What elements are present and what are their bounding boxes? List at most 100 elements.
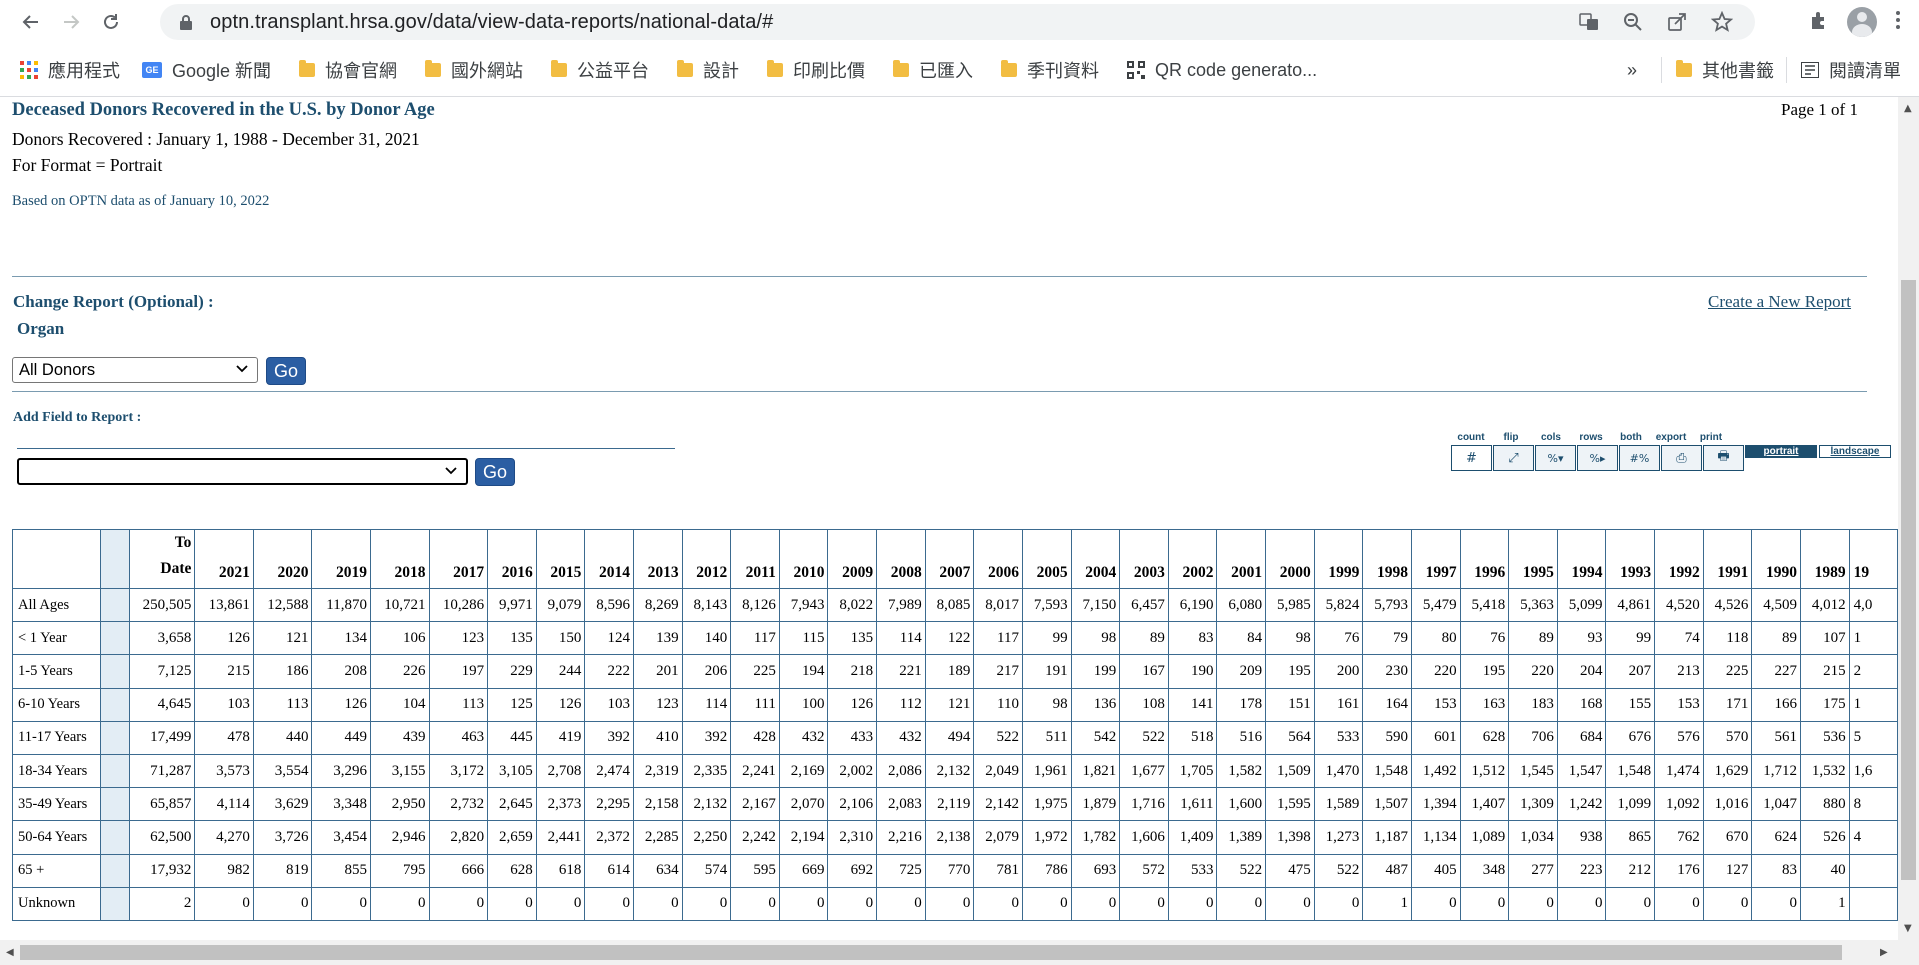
table-cell: 99 <box>1021 621 1072 656</box>
table-cell: 628 <box>487 853 537 888</box>
table-cell: 392 <box>681 720 732 755</box>
print-button[interactable]: 🖶 <box>1703 445 1744 471</box>
horizontal-scrollbar[interactable]: ◀ ▶ <box>0 940 1919 965</box>
bookmark-folder[interactable]: 季刊資料 <box>1001 57 1099 83</box>
table-cell: 113 <box>252 687 313 722</box>
table-cell: 17,932 <box>128 853 196 888</box>
table-cell: 1,532 <box>1799 753 1850 789</box>
bookmark-folder[interactable]: 國外網站 <box>425 57 523 83</box>
forward-arrow-icon[interactable] <box>51 2 91 42</box>
vertical-scrollbar[interactable]: ▲ ▼ <box>1898 97 1919 940</box>
table-cell: 125 <box>487 687 537 722</box>
table-cell: 8,085 <box>924 587 975 623</box>
bookmarks-overflow-button[interactable]: » <box>1627 60 1637 81</box>
table-cell: 0 <box>1265 886 1315 921</box>
address-bar[interactable]: optn.transplant.hrsa.gov/data/view-data-… <box>160 4 1755 40</box>
table-cell: 277 <box>1508 853 1558 888</box>
table-cell: 432 <box>876 720 926 755</box>
chevron-down-icon <box>235 361 249 379</box>
table-cell: 2,167 <box>730 787 780 822</box>
count-button[interactable]: # <box>1451 445 1492 471</box>
table-cell: 84 <box>1216 621 1267 656</box>
table-cell: 223 <box>1556 853 1607 888</box>
table-row: < 1 Year 3,658 126 121 134 106 123 135 150 124 139… <box>12 621 1898 656</box>
organ-select[interactable]: All Donors <box>12 357 258 383</box>
export-button[interactable]: ⎙ <box>1661 445 1702 471</box>
bookmark-folder[interactable]: 設計 <box>677 57 739 83</box>
menu-kebab-icon[interactable] <box>1895 10 1901 35</box>
table-cell: 8,269 <box>632 587 683 623</box>
row-label: 35-49 Years <box>12 787 101 822</box>
table-cell: 2,132 <box>681 787 732 822</box>
col-header: 2020 <box>252 529 313 589</box>
flip-button[interactable]: ⤢ <box>1493 445 1534 471</box>
table-cell: 218 <box>827 654 878 689</box>
table-cell: 1 <box>1362 886 1412 921</box>
table-cell: 8 <box>1848 787 1898 822</box>
scroll-right-arrow-icon[interactable]: ▶ <box>1880 947 1888 958</box>
portrait-button[interactable]: portrait <box>1745 445 1817 458</box>
table-cell: 74 <box>1654 621 1704 656</box>
table-cell: 83 <box>1167 621 1218 656</box>
back-arrow-icon[interactable] <box>11 2 51 42</box>
table-cell: 2,106 <box>827 787 878 822</box>
url-text[interactable]: optn.transplant.hrsa.gov/data/view-data-… <box>210 11 773 34</box>
add-field-select[interactable] <box>17 458 468 485</box>
bookmark-folder[interactable]: 印刷比價 <box>767 57 865 83</box>
share-icon[interactable] <box>1667 12 1687 32</box>
extensions-icon[interactable] <box>1809 10 1829 35</box>
table-cell: 1 <box>1848 687 1898 722</box>
bookmark-folder[interactable]: 協會官網 <box>299 57 397 83</box>
table-cell: 151 <box>1265 687 1315 722</box>
bookmark-label: 設計 <box>703 61 740 81</box>
row-percent-button[interactable]: %▸ <box>1577 445 1618 471</box>
organ-go-button[interactable]: Go <box>266 357 306 385</box>
zoom-icon[interactable] <box>1623 12 1643 32</box>
table-cell: 3,454 <box>311 820 371 855</box>
table-cell: 614 <box>584 853 634 888</box>
table-cell: 2,079 <box>973 820 1023 855</box>
bookmark-apps[interactable]: 應用程式 <box>20 57 120 83</box>
table-cell: 1,470 <box>1313 753 1364 789</box>
other-bookmarks[interactable]: 其他書籤 <box>1676 57 1774 83</box>
create-new-report-link[interactable]: Create a New Report <box>1708 292 1851 312</box>
both-percent-button[interactable]: #% <box>1619 445 1660 471</box>
table-cell: 195 <box>1265 654 1315 689</box>
table-cell: 3,726 <box>252 820 313 855</box>
landscape-button[interactable]: landscape <box>1819 445 1891 458</box>
table-cell: 153 <box>1654 687 1704 722</box>
row-label: 6-10 Years <box>12 687 101 722</box>
table-cell: 1,389 <box>1216 820 1267 855</box>
table-cell: 217 <box>973 654 1023 689</box>
scroll-down-arrow-icon[interactable]: ▼ <box>1904 923 1912 934</box>
translate-icon[interactable] <box>1579 12 1599 32</box>
table-cell: 126 <box>194 621 254 656</box>
bookmark-google-news[interactable]: GE Google 新聞 <box>142 57 271 83</box>
table-cell: 432 <box>778 720 829 755</box>
table-cell: 103 <box>584 687 634 722</box>
reading-list[interactable]: 閱讀清單 <box>1801 57 1901 83</box>
table-cell: 4,0 <box>1848 587 1898 623</box>
table-cell: 449 <box>311 720 371 755</box>
profile-avatar[interactable] <box>1847 7 1877 37</box>
column-percent-button[interactable]: %▾ <box>1535 445 1576 471</box>
bookmark-qr-generator[interactable]: QR code generato... <box>1127 60 1317 81</box>
table-cell: 2,659 <box>487 820 537 855</box>
table-cell: 419 <box>535 720 586 755</box>
spacer-header <box>99 529 130 589</box>
horizontal-scroll-thumb[interactable] <box>20 945 1842 960</box>
bookmark-folder[interactable]: 已匯入 <box>893 57 973 83</box>
table-cell: 1,600 <box>1216 787 1267 822</box>
scroll-up-arrow-icon[interactable]: ▲ <box>1904 103 1912 114</box>
bookmark-star-icon[interactable] <box>1711 11 1733 33</box>
table-cell: 2,002 <box>827 753 878 789</box>
bookmark-label: 季刊資料 <box>1027 61 1100 81</box>
table-cell: 118 <box>1702 621 1753 656</box>
bookmark-folder[interactable]: 公益平台 <box>551 57 649 83</box>
add-field-go-button[interactable]: Go <box>475 458 515 486</box>
table-cell: 2 <box>128 886 196 921</box>
vertical-scroll-thumb[interactable] <box>1901 280 1916 880</box>
reload-icon[interactable] <box>91 2 131 42</box>
scroll-left-arrow-icon[interactable]: ◀ <box>6 947 14 958</box>
table-cell: 127 <box>1702 853 1753 888</box>
